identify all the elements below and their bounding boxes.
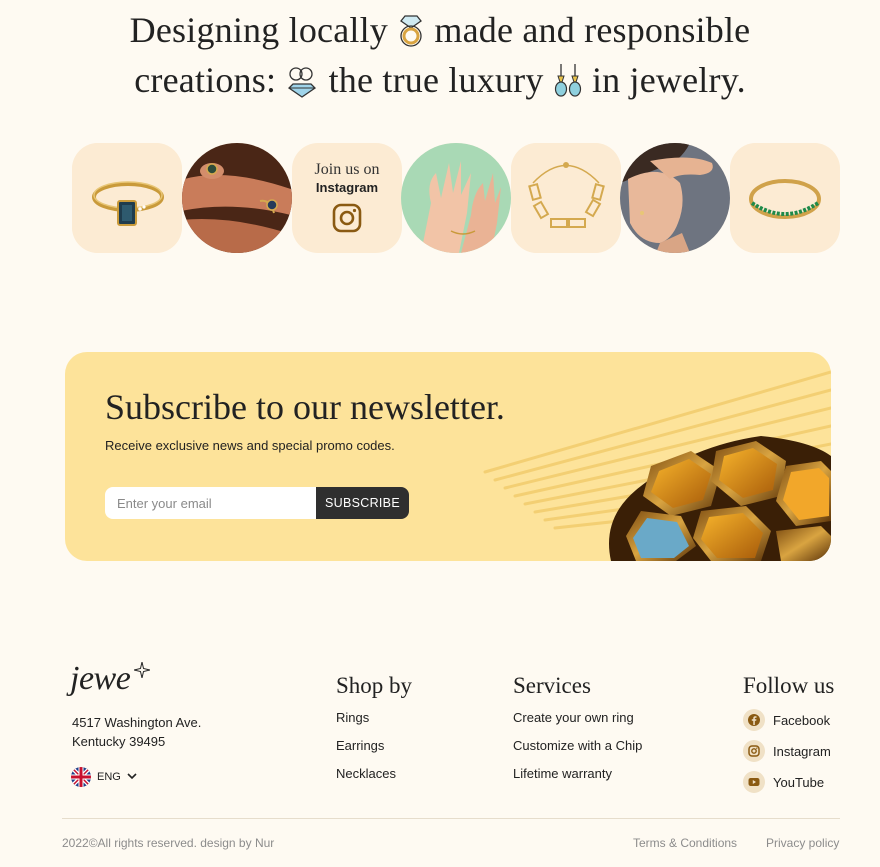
copyright-text: 2022©All rights reserved. design by Nur bbox=[62, 836, 275, 850]
footer-shop-by: Shop by Rings Earrings Necklaces bbox=[336, 673, 412, 793]
headline-line-2: creations: the true luxury in jewelry. bbox=[0, 58, 880, 108]
gallery-image-emerald-band[interactable] bbox=[730, 143, 840, 253]
link-necklaces[interactable]: Necklaces bbox=[336, 765, 412, 783]
subscribe-button[interactable]: SUBSCRIBE bbox=[316, 487, 409, 519]
facebook-icon bbox=[743, 709, 765, 731]
ring-icon bbox=[397, 14, 425, 58]
headline-text-2a: creations: bbox=[134, 60, 277, 100]
earrings-icon bbox=[553, 62, 583, 108]
sparkle-icon bbox=[133, 661, 151, 683]
footer-address: 4517 Washington Ave. Kentucky 39495 bbox=[72, 713, 201, 751]
link-create-ring[interactable]: Create your own ring bbox=[513, 709, 642, 727]
gallery-image-emerald-ring[interactable] bbox=[72, 143, 182, 253]
terms-link[interactable]: Terms & Conditions bbox=[633, 836, 737, 850]
instagram-label: Instagram bbox=[315, 180, 379, 195]
instagram-gallery: Join us on Instagram bbox=[72, 143, 840, 253]
link-rings[interactable]: Rings bbox=[336, 709, 412, 727]
address-line-2: Kentucky 39495 bbox=[72, 734, 166, 749]
gallery-image-woman-profile[interactable] bbox=[620, 143, 730, 253]
newsletter-section: Subscribe to our newsletter. Receive exc… bbox=[65, 352, 831, 561]
uk-flag-icon bbox=[71, 767, 91, 787]
headline-text-2c: in jewelry. bbox=[591, 60, 746, 100]
instagram-icon bbox=[743, 740, 765, 762]
headline-text-2b: the true luxury bbox=[328, 60, 544, 100]
footer-follow-us: Follow us Facebook Instagram YouTube bbox=[743, 673, 834, 802]
instagram-join-tile[interactable]: Join us on Instagram bbox=[292, 143, 402, 253]
youtube-icon bbox=[743, 771, 765, 793]
facebook-label: Facebook bbox=[773, 712, 831, 728]
headline-line-1: Designing locally made and responsible bbox=[0, 8, 880, 58]
social-instagram[interactable]: Instagram bbox=[743, 740, 834, 762]
instagram-join-label: Join us on bbox=[314, 161, 380, 178]
headline-text-1b: made and responsible bbox=[434, 10, 751, 50]
gallery-image-hands-bracelet[interactable] bbox=[401, 143, 511, 253]
follow-us-heading: Follow us bbox=[743, 673, 835, 698]
privacy-link[interactable]: Privacy policy bbox=[766, 836, 839, 850]
diamond-rings-icon bbox=[285, 64, 319, 108]
shop-by-heading: Shop by bbox=[336, 673, 413, 698]
footer-divider bbox=[62, 818, 840, 819]
newsletter-form: SUBSCRIBE bbox=[105, 487, 409, 519]
youtube-label: YouTube bbox=[773, 774, 825, 790]
language-selector[interactable]: ENG bbox=[71, 767, 137, 787]
social-facebook[interactable]: Facebook bbox=[743, 709, 834, 731]
instagram-label: Instagram bbox=[773, 743, 831, 759]
logo-text: jewe bbox=[70, 660, 131, 697]
honeycomb-jewel-image bbox=[609, 436, 831, 561]
chevron-down-icon bbox=[127, 771, 137, 783]
footer-services: Services Create your own ring Customize … bbox=[513, 673, 642, 793]
link-earrings[interactable]: Earrings bbox=[336, 737, 412, 755]
page-headline: Designing locally made and responsible c… bbox=[0, 8, 880, 108]
language-label: ENG bbox=[97, 771, 121, 783]
gallery-image-hand-rings[interactable] bbox=[182, 143, 292, 253]
newsletter-subtitle: Receive exclusive news and special promo… bbox=[105, 438, 395, 453]
link-customize-chip[interactable]: Customize with a Chip bbox=[513, 737, 642, 755]
headline-text-1a: Designing locally bbox=[129, 10, 389, 50]
newsletter-title: Subscribe to our newsletter. bbox=[105, 387, 505, 427]
footer-logo[interactable]: jewe bbox=[70, 660, 151, 698]
social-youtube[interactable]: YouTube bbox=[743, 771, 834, 793]
services-heading: Services bbox=[513, 673, 591, 698]
email-input[interactable] bbox=[105, 487, 316, 519]
link-lifetime-warranty[interactable]: Lifetime warranty bbox=[513, 765, 642, 783]
address-line-1: 4517 Washington Ave. bbox=[72, 715, 202, 730]
instagram-icon bbox=[332, 203, 362, 233]
gallery-image-chain-necklace[interactable] bbox=[511, 143, 621, 253]
